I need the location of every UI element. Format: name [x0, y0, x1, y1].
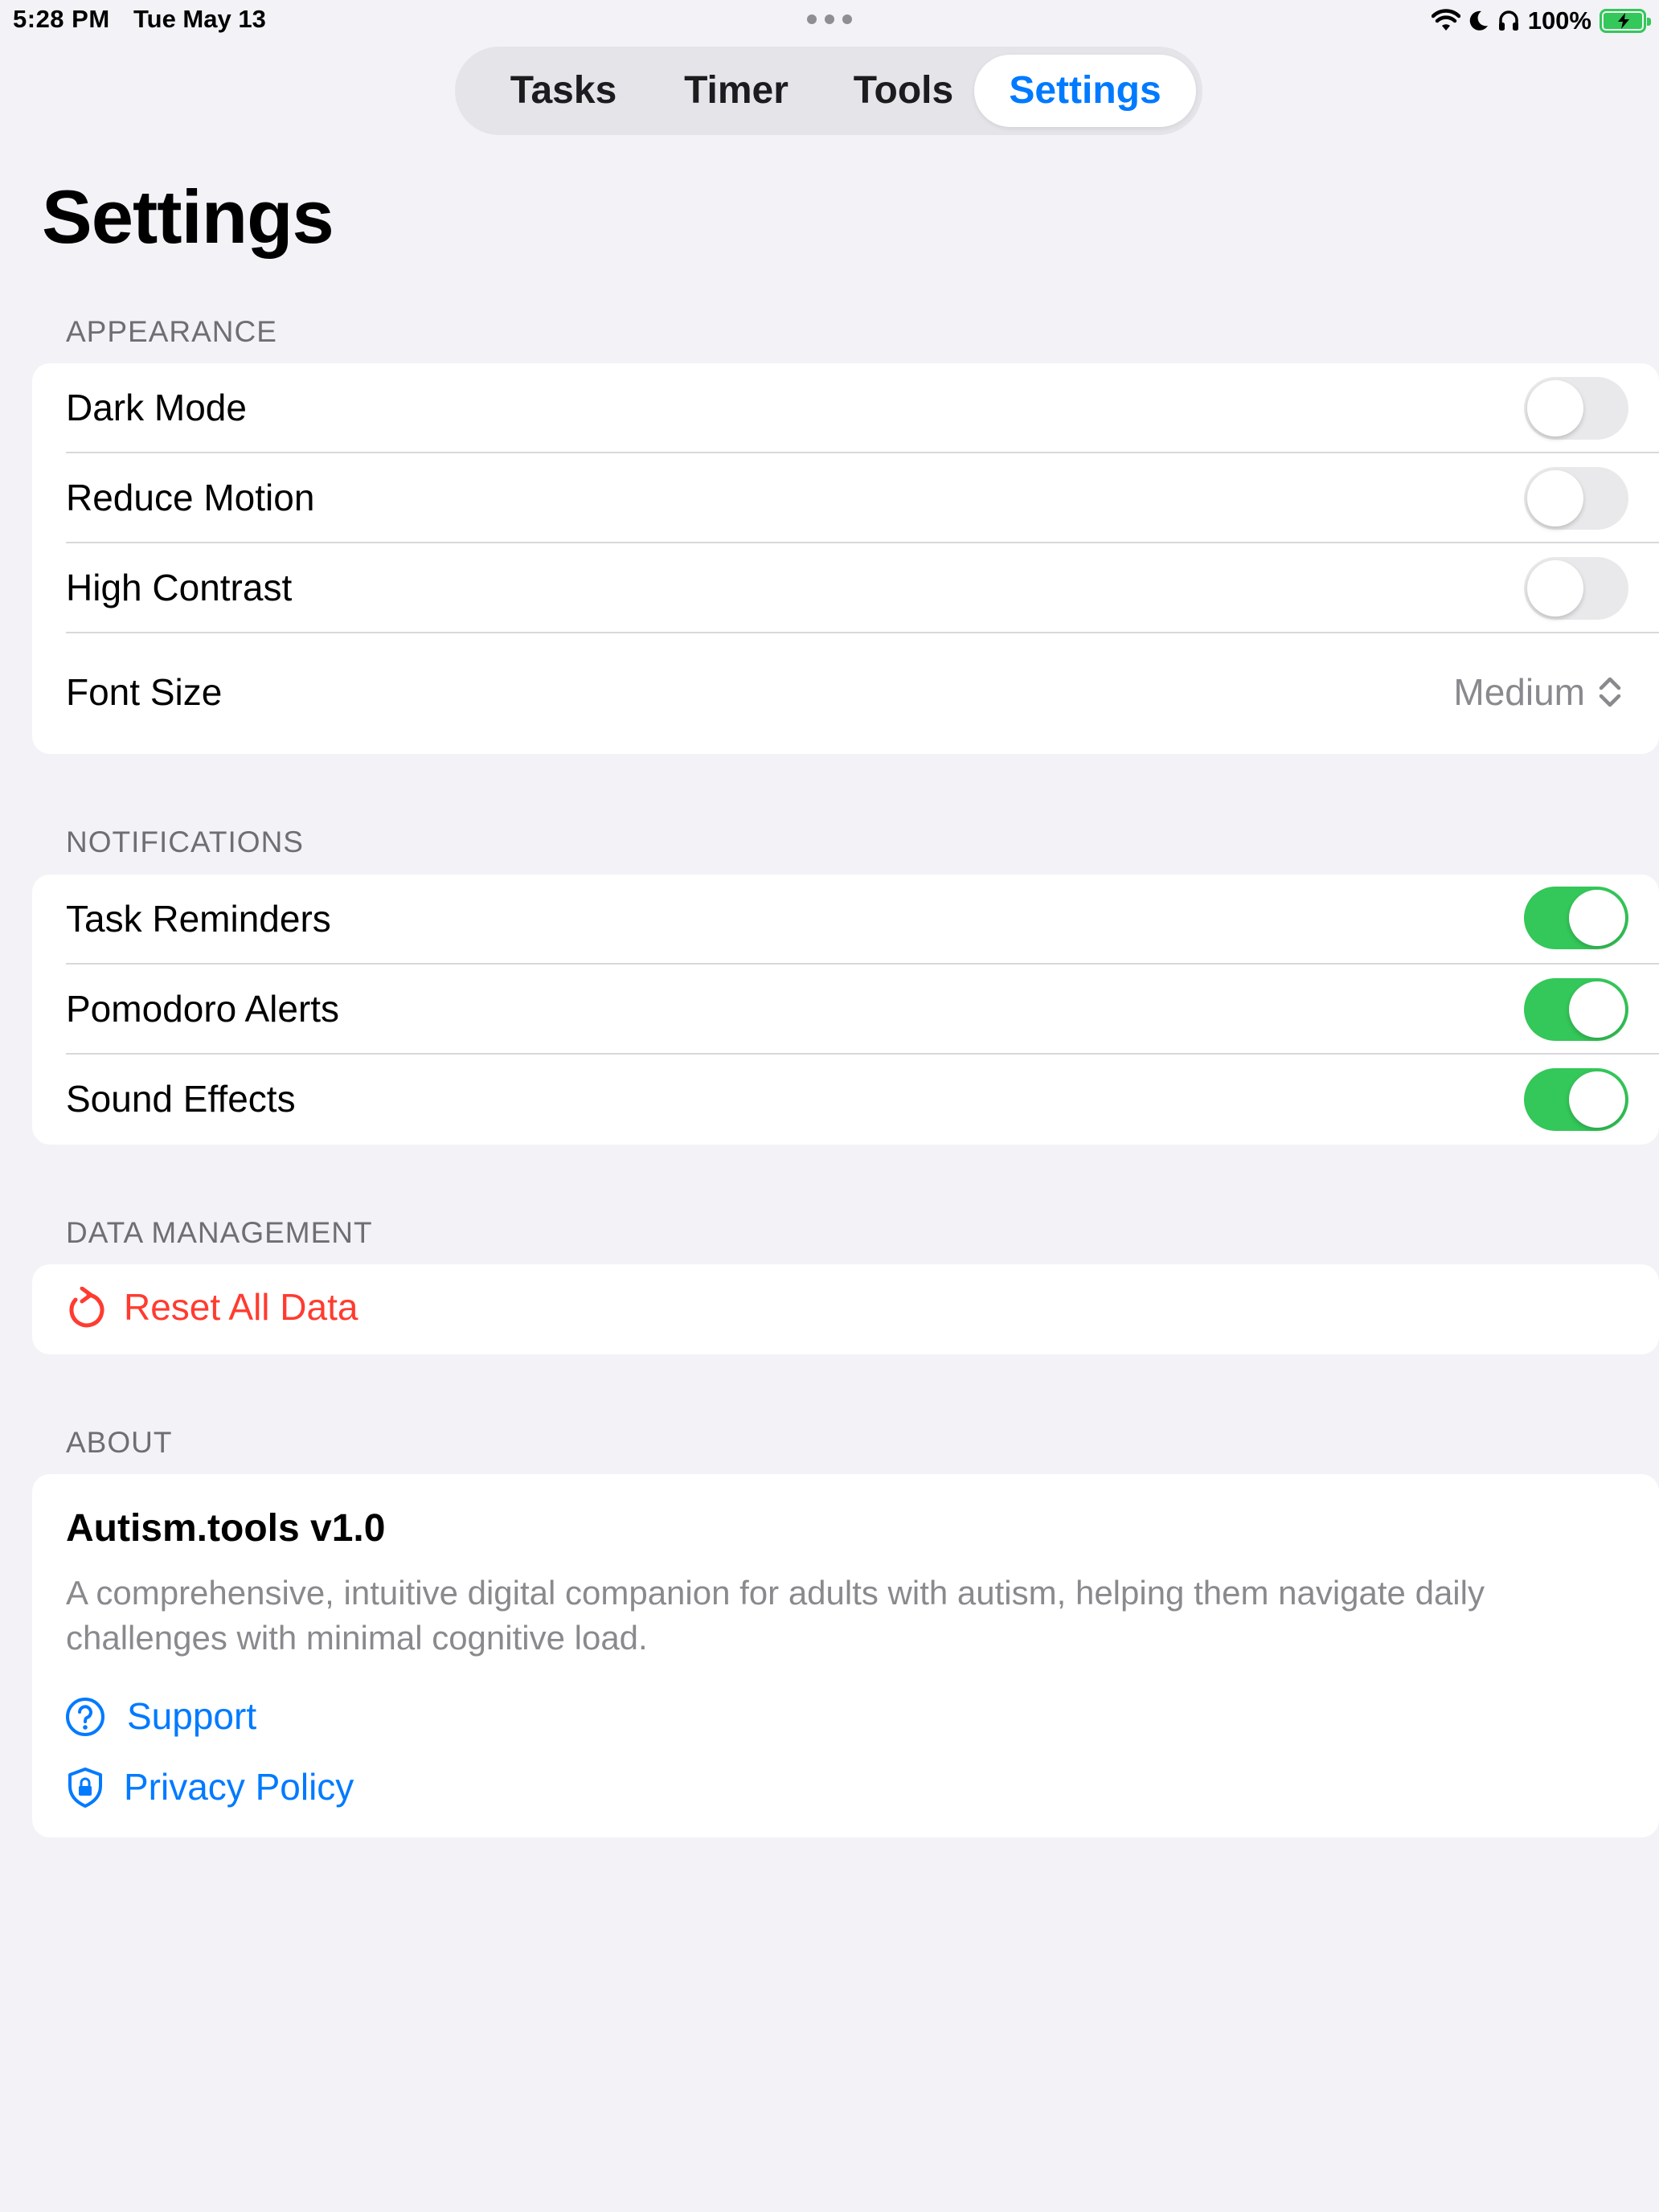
question-circle-icon	[66, 1698, 104, 1736]
dark-mode-toggle[interactable]	[1524, 377, 1628, 440]
sound-effects-toggle[interactable]	[1524, 1068, 1628, 1131]
sound-effects-label: Sound Effects	[66, 1078, 296, 1120]
row-reduce-motion: Reduce Motion	[32, 453, 1659, 543]
section-header-data-management: DATA MANAGEMENT	[66, 1216, 373, 1249]
pomodoro-alerts-label: Pomodoro Alerts	[66, 988, 340, 1030]
task-reminders-label: Task Reminders	[66, 898, 331, 940]
reset-all-data-button[interactable]: Reset All Data	[32, 1264, 1659, 1354]
dark-mode-label: Dark Mode	[66, 387, 247, 428]
row-dark-mode: Dark Mode	[32, 363, 1659, 453]
status-indicators: 100%	[1431, 3, 1651, 39]
status-time: 5:28 PM	[13, 5, 110, 33]
app-description: A comprehensive, intuitive digital compa…	[66, 1574, 1485, 1657]
task-reminders-toggle[interactable]	[1524, 887, 1628, 949]
tab-timer[interactable]: Timer	[653, 55, 820, 127]
section-header-notifications: NOTIFICATIONS	[66, 825, 304, 858]
multitasking-dots-icon[interactable]	[807, 14, 852, 26]
row-font-size[interactable]: Font Size Medium	[32, 633, 1659, 754]
chevron-up-down-icon	[1599, 677, 1621, 707]
tab-settings[interactable]: Settings	[974, 55, 1196, 127]
tab-bar: Tasks Timer Tools Settings	[455, 47, 1202, 135]
arrow-counterclockwise-icon	[69, 1287, 104, 1328]
high-contrast-toggle[interactable]	[1524, 557, 1628, 620]
wifi-icon	[1431, 9, 1460, 31]
font-size-value[interactable]: Medium	[1453, 670, 1585, 714]
status-date: Tue May 13	[133, 5, 266, 33]
notifications-card: Task Reminders Pomodoro Alerts Sound Eff…	[32, 875, 1659, 1145]
status-bar: 5:28 PM Tue May 13 100%	[0, 0, 1659, 45]
row-high-contrast: High Contrast	[32, 543, 1659, 633]
high-contrast-label: High Contrast	[66, 567, 293, 608]
data-management-card: Reset All Data	[32, 1264, 1659, 1354]
reduce-motion-label: Reduce Motion	[66, 477, 315, 518]
section-header-about: ABOUT	[66, 1426, 173, 1459]
privacy-policy-label: Privacy Policy	[124, 1766, 354, 1808]
reset-all-data-label: Reset All Data	[124, 1286, 358, 1328]
pomodoro-alerts-toggle[interactable]	[1524, 978, 1628, 1041]
tab-tools[interactable]: Tools	[826, 55, 981, 127]
page-title: Settings	[42, 174, 334, 259]
battery-charging-icon	[1600, 9, 1651, 33]
battery-percentage: 100%	[1527, 6, 1591, 35]
about-card: Autism.tools v1.0 A comprehensive, intui…	[32, 1474, 1659, 1837]
font-size-label: Font Size	[66, 671, 223, 713]
row-sound-effects: Sound Effects	[32, 1055, 1659, 1145]
row-task-reminders: Task Reminders	[32, 875, 1659, 965]
privacy-policy-link[interactable]: Privacy Policy	[64, 1762, 434, 1810]
reduce-motion-toggle[interactable]	[1524, 467, 1628, 530]
section-header-appearance: APPEARANCE	[66, 315, 277, 348]
headphones-icon	[1498, 10, 1518, 31]
lock-shield-icon	[68, 1768, 102, 1808]
row-pomodoro-alerts: Pomodoro Alerts	[32, 965, 1659, 1055]
app-name-version: Autism.tools v1.0	[66, 1507, 386, 1550]
support-label: Support	[127, 1695, 257, 1737]
support-link[interactable]: Support	[64, 1691, 305, 1739]
appearance-card: Dark Mode Reduce Motion High Contrast Fo…	[32, 363, 1659, 754]
moon-icon	[1469, 10, 1488, 31]
tab-tasks[interactable]: Tasks	[487, 55, 640, 127]
